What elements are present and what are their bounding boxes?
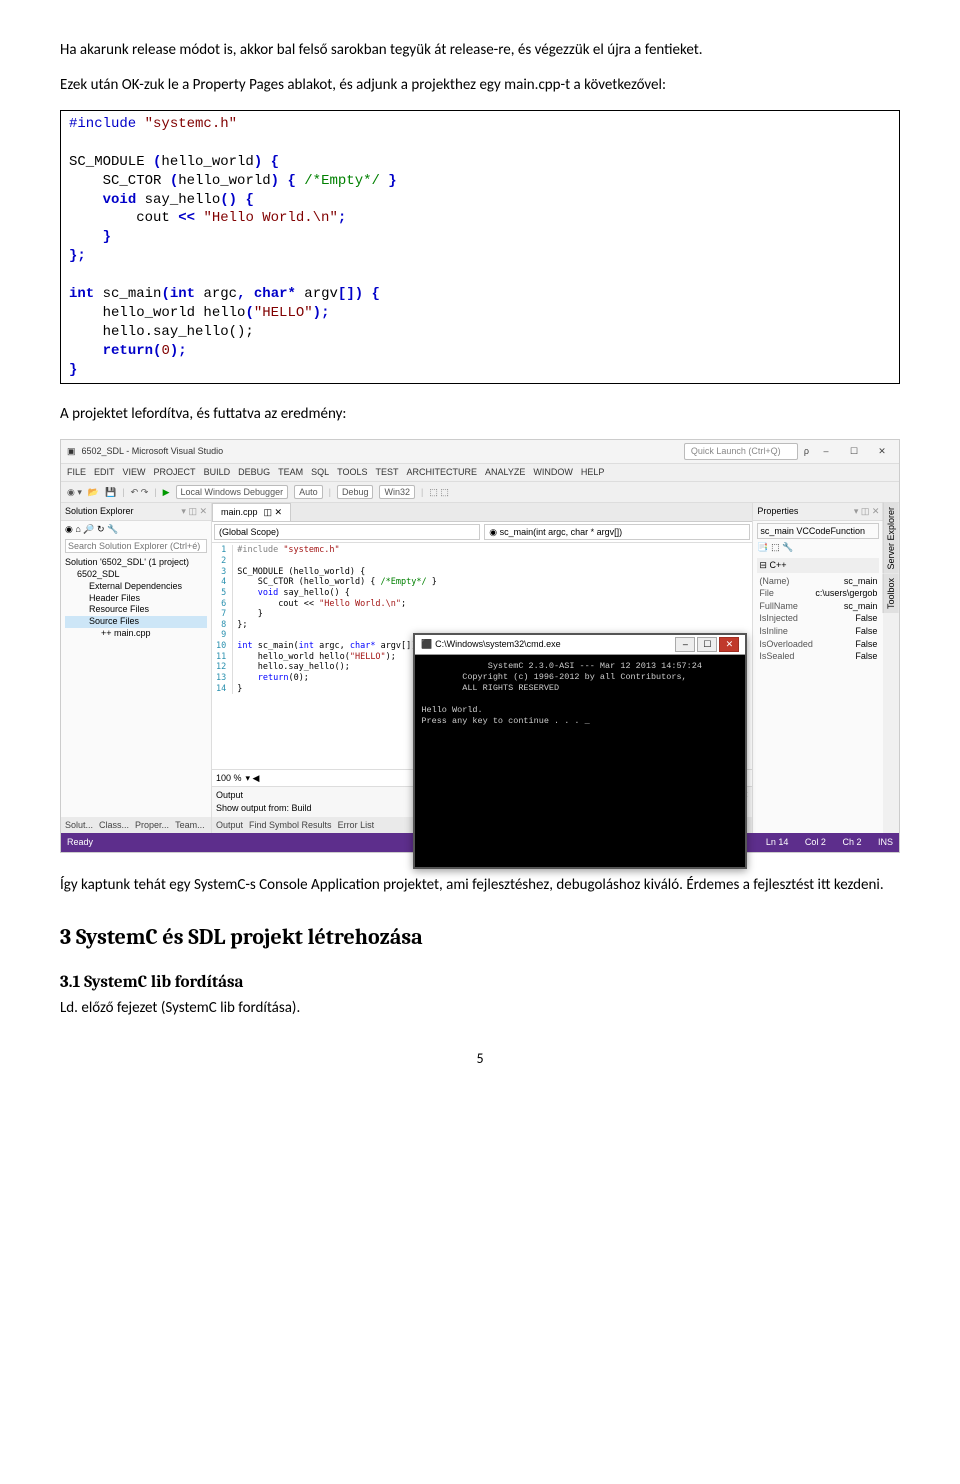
paragraph: A projektet lefordítva, és futtatva az e… [60,404,900,425]
cmd-icon: ⬛ [421,639,432,649]
member-dropdown[interactable]: ◉ sc_main(int argc, char * argv[]) [484,524,750,541]
solution-tree[interactable]: Solution '6502_SDL' (1 project) 6502_SDL… [61,555,211,641]
property-row: IsInlineFalse [757,625,879,638]
paragraph: Ezek után OK-zuk le a Property Pages abl… [60,75,900,96]
paragraph: Ld. előző fejezet (SystemC lib fordítása… [60,998,900,1019]
property-row: FullNamesc_main [757,600,879,613]
section-heading: 3 SystemC és SDL projekt létrehozása [60,922,900,953]
tree-item: ++ main.cpp [65,628,207,640]
maximize-button[interactable]: ☐ [697,637,717,652]
maximize-button[interactable]: ☐ [843,445,865,458]
scope-dropdown[interactable]: (Global Scope) [214,524,480,541]
console-output: SystemC 2.3.0-ASI --- Mar 12 2013 14:57:… [415,655,745,867]
tree-item: 6502_SDL [65,569,207,581]
console-window: ⬛ C:\Windows\system32\cmd.exe –☐✕ System… [413,633,747,869]
tree-item: Resource Files [65,604,207,616]
window-title: 6502_SDL - Microsoft Visual Studio [82,445,224,458]
code-block: #include "systemc.h" SC_MODULE (hello_wo… [60,110,900,384]
tree-item: External Dependencies [65,581,207,593]
property-row: IsInjectedFalse [757,612,879,625]
close-icon[interactable]: ▾ ◫ ✕ [181,505,207,518]
minimize-button[interactable]: – [815,445,837,458]
tree-item: Header Files [65,593,207,605]
property-row: Filec:\users\gergob [757,587,879,600]
left-pane-tabs[interactable]: Solut...Class...Proper...Team... [61,817,211,834]
close-button[interactable]: ✕ [871,445,893,458]
start-debug-button[interactable]: ▶ [163,486,170,499]
paragraph: Ha akarunk release módot is, akkor bal f… [60,40,900,61]
properties-title: Properties [757,505,798,518]
toolbox-tab[interactable]: Toolbox [883,574,899,613]
search-icon: ρ [804,445,809,458]
tree-item: Source Files [65,616,207,628]
output-pane-title: Output [216,789,243,802]
solution-search-input[interactable] [65,539,207,553]
close-button[interactable]: ✕ [719,637,739,652]
toolbar[interactable]: ◉ ▾📂💾|↶ ↷| ▶ Local Windows Debugger Auto… [61,482,899,504]
property-row: IsOverloadedFalse [757,638,879,651]
vs-logo-icon: ▣ [67,445,76,458]
properties-object[interactable]: sc_main VCCodeFunction [757,523,879,540]
vs-screenshot: ▣ 6502_SDL - Microsoft Visual Studio Qui… [60,439,900,852]
solution-explorer-title: Solution Explorer [65,505,134,518]
page-number: 5 [60,1049,900,1069]
quick-launch-input[interactable]: Quick Launch (Ctrl+Q) [684,443,798,460]
editor-tab[interactable]: main.cpp◫ ✕ [212,503,291,521]
minimize-button[interactable]: – [675,637,695,652]
subsection-heading: 3.1 SystemC lib fordítása [60,971,900,995]
property-row: (Name)sc_main [757,575,879,588]
paragraph: Így kaptunk tehát egy SystemC-s Console … [60,875,900,896]
server-explorer-tab[interactable]: Server Explorer [883,503,899,574]
menubar[interactable]: FILEEDITVIEWPROJECTBUILDDEBUGTEAMSQLTOOL… [61,464,899,482]
zoom-level[interactable]: 100 % [216,772,242,785]
tree-item: Solution '6502_SDL' (1 project) [65,557,207,569]
property-row: IsSealedFalse [757,650,879,663]
